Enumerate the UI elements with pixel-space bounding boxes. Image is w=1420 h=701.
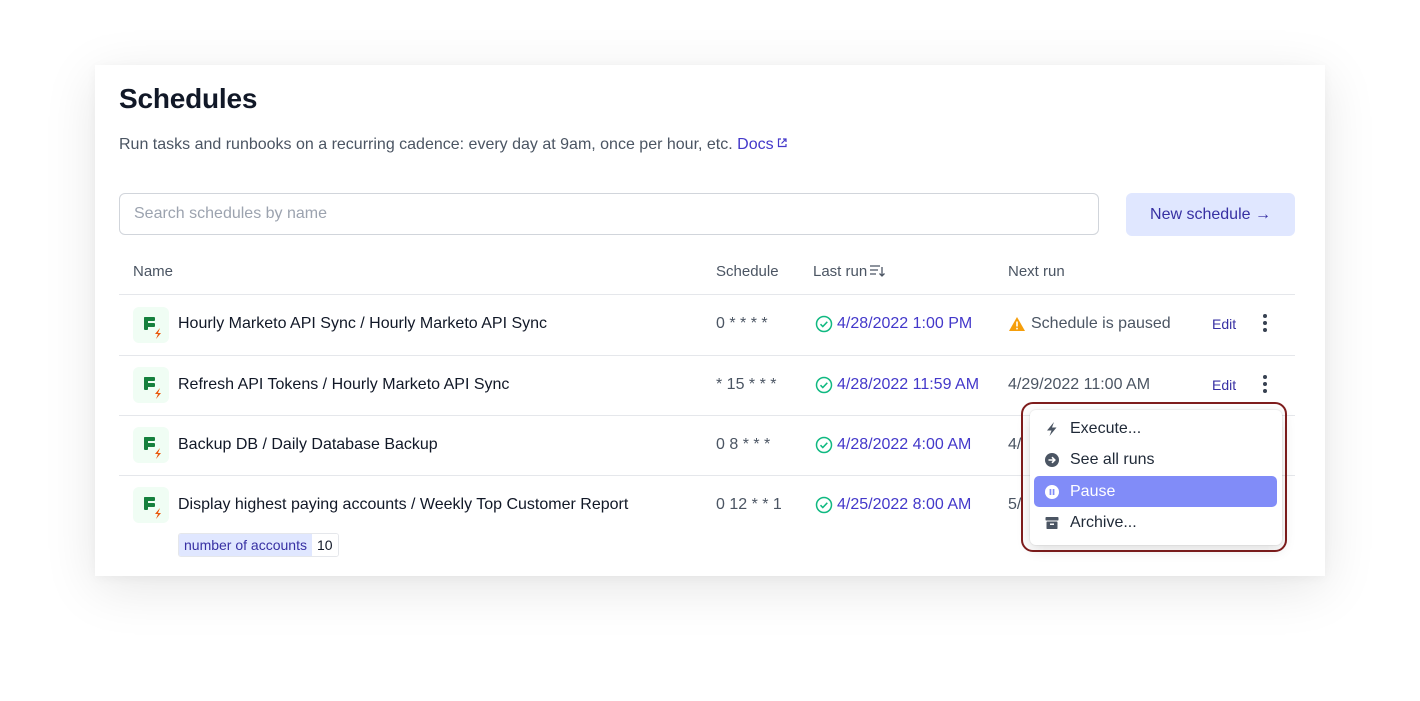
menu-item-label: Archive...	[1070, 513, 1137, 531]
check-circle-icon	[815, 496, 833, 514]
column-header-name[interactable]: Name	[133, 263, 173, 280]
sort-icon[interactable]	[869, 264, 886, 278]
last-run-link[interactable]: 4/28/2022 4:00 AM	[815, 436, 971, 454]
check-circle-icon	[815, 376, 833, 394]
pause-circle-icon	[1045, 484, 1059, 499]
search-input[interactable]	[119, 193, 1099, 235]
docs-link-label: Docs	[737, 136, 774, 153]
schedule-cron: 0 12 * * 1	[716, 496, 782, 513]
last-run-time: 4/28/2022 11:59 AM	[837, 376, 980, 393]
menu-item-pause[interactable]: Pause	[1034, 476, 1277, 507]
last-run-time: 4/25/2022 8:00 AM	[837, 496, 972, 513]
task-icon	[133, 307, 169, 343]
next-run: Schedule is paused	[1008, 315, 1171, 333]
parameter-value: 10	[311, 534, 338, 556]
task-icon	[133, 367, 169, 403]
column-header-next-run[interactable]: Next run	[1008, 263, 1065, 280]
last-run-link[interactable]: 4/28/2022 1:00 PM	[815, 315, 972, 333]
schedule-cron: 0 8 * * *	[716, 436, 771, 453]
page-subtitle: Run tasks and runbooks on a recurring ca…	[119, 136, 787, 154]
row-actions-menu: Execute... See all runs Pause Archive...	[1030, 410, 1282, 545]
parameter-tag: number of accounts 10	[178, 533, 339, 557]
header-divider	[119, 294, 1295, 295]
menu-item-execute[interactable]: Execute...	[1034, 413, 1277, 444]
more-options-icon[interactable]	[1255, 313, 1275, 333]
schedule-name[interactable]: Hourly Marketo API Sync / Hourly Marketo…	[178, 315, 547, 333]
task-icon	[133, 487, 169, 523]
menu-item-label: See all runs	[1070, 450, 1155, 468]
bolt-icon	[1047, 421, 1057, 436]
more-options-icon[interactable]	[1255, 374, 1275, 394]
last-run-time: 4/28/2022 1:00 PM	[837, 315, 973, 332]
row-divider	[119, 355, 1295, 356]
next-run-text: 4/29/2022 11:00 AM	[1008, 376, 1151, 393]
next-run-text: Schedule is paused	[1031, 315, 1171, 332]
schedule-name[interactable]: Display highest paying accounts / Weekly…	[178, 496, 628, 514]
last-run-time: 4/28/2022 4:00 AM	[837, 436, 972, 453]
warning-icon	[1009, 317, 1025, 331]
new-schedule-label: New schedule →	[1150, 205, 1271, 223]
external-link-icon	[777, 138, 787, 148]
task-icon	[133, 427, 169, 463]
column-header-last-run[interactable]: Last run	[813, 263, 886, 280]
check-circle-icon	[815, 315, 833, 333]
schedule-cron: * 15 * * *	[716, 376, 777, 393]
docs-link[interactable]: Docs	[737, 136, 787, 153]
arrow-circle-icon	[1045, 452, 1059, 467]
menu-item-label: Pause	[1070, 482, 1116, 500]
subtitle-text: Run tasks and runbooks on a recurring ca…	[119, 136, 733, 153]
new-schedule-button[interactable]: New schedule →	[1126, 193, 1295, 236]
next-run: 4/	[1008, 436, 1021, 454]
menu-item-archive[interactable]: Archive...	[1034, 507, 1277, 538]
parameter-key: number of accounts	[179, 534, 312, 556]
last-run-header-label: Last run	[813, 263, 868, 280]
menu-item-see-all-runs[interactable]: See all runs	[1034, 444, 1277, 475]
schedule-cron: 0 * * * *	[716, 315, 768, 332]
next-run: 5/	[1008, 496, 1021, 514]
next-run: 4/29/2022 11:00 AM	[1008, 376, 1150, 394]
page-title: Schedules	[119, 83, 258, 114]
schedule-name[interactable]: Backup DB / Daily Database Backup	[178, 436, 438, 454]
last-run-link[interactable]: 4/28/2022 11:59 AM	[815, 376, 979, 394]
check-circle-icon	[815, 436, 833, 454]
column-header-schedule[interactable]: Schedule	[716, 263, 779, 280]
edit-button[interactable]: Edit	[1212, 377, 1236, 393]
last-run-link[interactable]: 4/25/2022 8:00 AM	[815, 496, 971, 514]
next-run-text: 4/	[1008, 436, 1022, 453]
next-run-text: 5/	[1008, 496, 1022, 513]
schedule-name[interactable]: Refresh API Tokens / Hourly Marketo API …	[178, 376, 509, 394]
menu-item-label: Execute...	[1070, 419, 1142, 437]
edit-button[interactable]: Edit	[1212, 316, 1236, 332]
archive-icon	[1045, 516, 1059, 529]
